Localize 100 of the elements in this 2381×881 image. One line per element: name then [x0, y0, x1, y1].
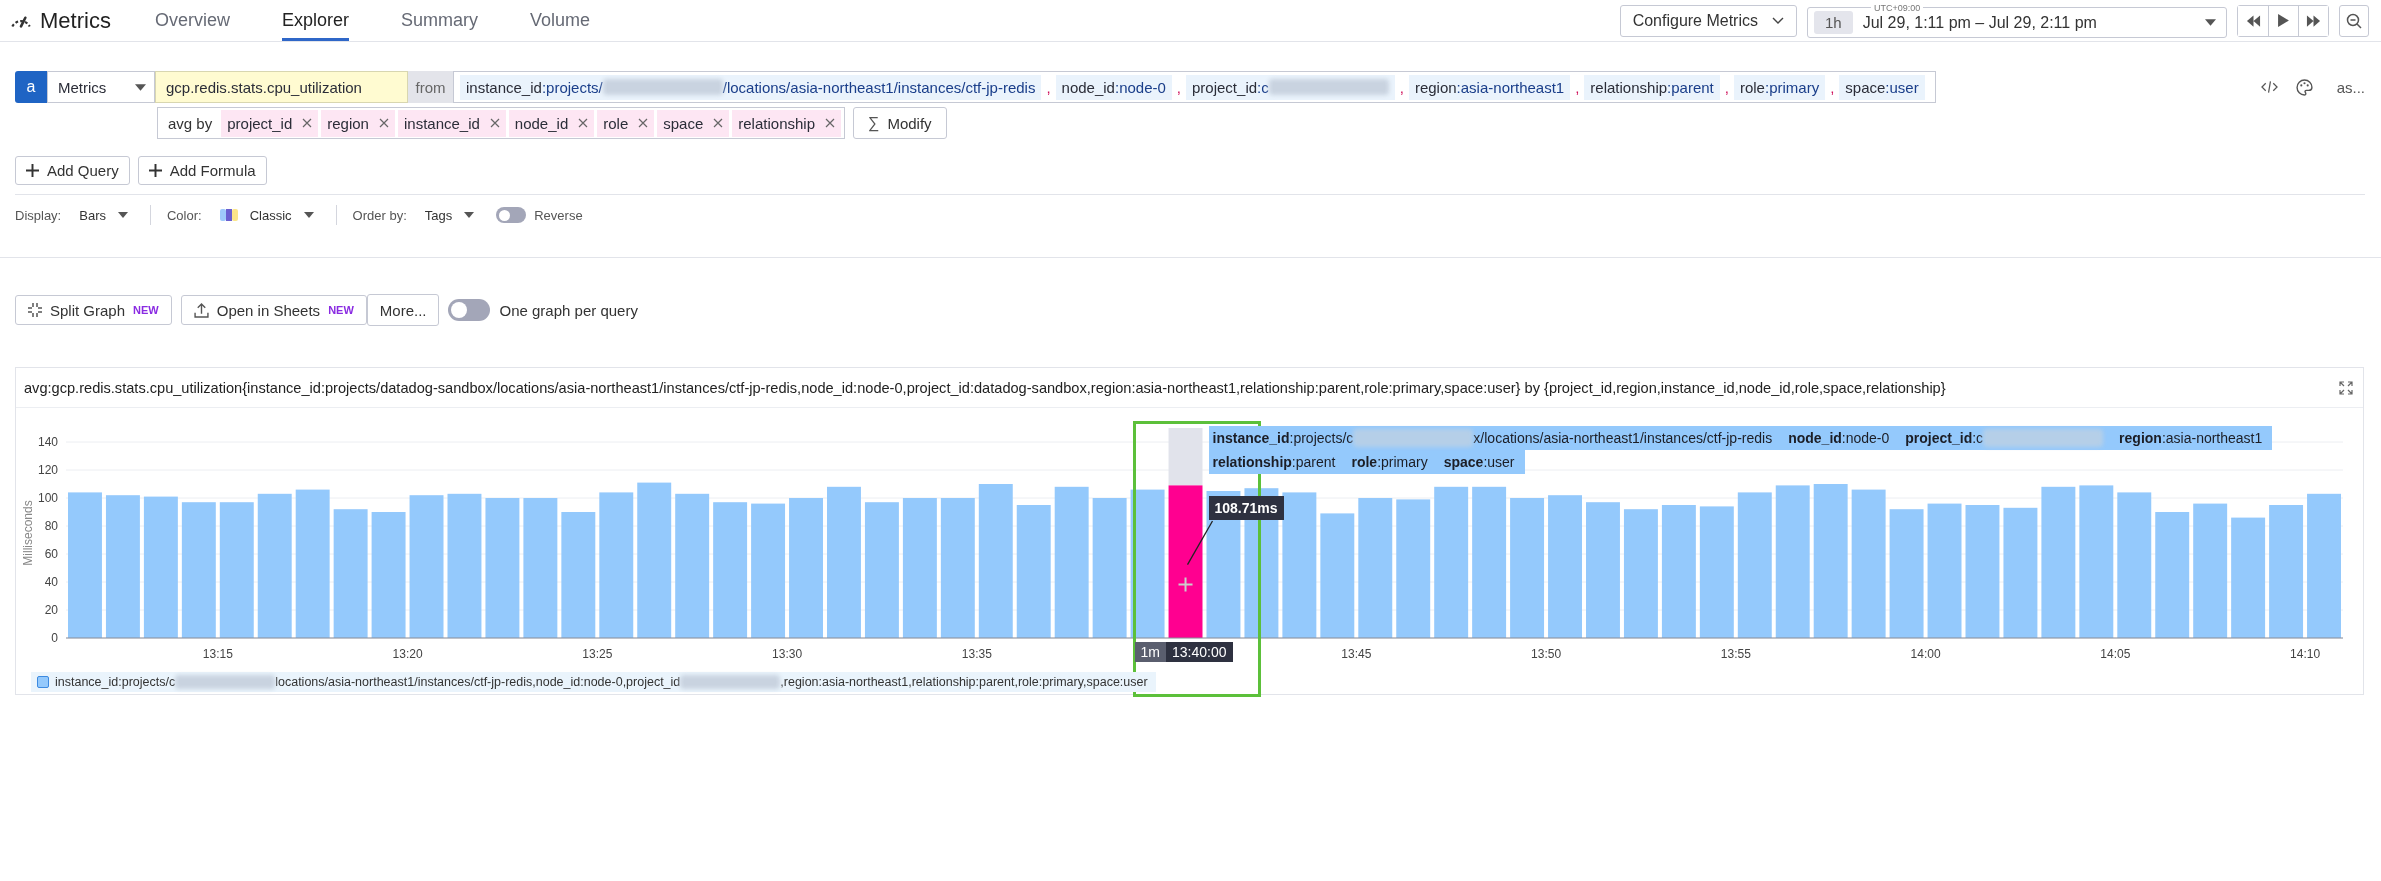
x-tick-label: 14:10 — [2290, 647, 2321, 661]
remove-icon[interactable] — [578, 118, 589, 128]
upload-icon — [193, 302, 209, 318]
group-by-tag[interactable]: role — [597, 109, 655, 137]
nav-tab[interactable]: Explorer — [281, 0, 349, 41]
nav-tab[interactable]: Volume — [529, 0, 590, 41]
tooltip-tag: role:primary — [1351, 454, 1428, 470]
split-graph-button[interactable]: Split Graph NEW — [15, 295, 172, 325]
filter-tag[interactable]: space:user — [1839, 74, 1925, 100]
filter-tag-text: /locations/asia-northeast1/instances/ctf-jp-redis — [722, 78, 1036, 96]
value-tooltip: 108.71ms — [1208, 496, 1284, 520]
legend-item[interactable]: instance_id:projects/c locations/asia-northeast1/instances/ctf-jp-redis,node_id:node-0,project_id ,region:asia-northeast1,relationship:parent,role:primary,space:user — [31, 672, 1156, 692]
remove-icon[interactable] — [638, 118, 649, 128]
zoom-out-button[interactable] — [2339, 4, 2369, 37]
color-swatch-icon — [219, 209, 238, 221]
more-button[interactable]: More... — [366, 294, 440, 326]
y-tick-label: 100 — [37, 491, 58, 505]
caret-icon — [135, 83, 146, 91]
option-select[interactable]: Tags — [424, 207, 475, 223]
timezone-label: UTC+09:00 — [1871, 3, 1924, 13]
source-select-value: Metrics — [58, 78, 107, 96]
time-range-text: Jul 29, 1:11 pm – Jul 29, 2:11 pm — [1862, 13, 2098, 32]
x-tick-label: 13:20 — [392, 647, 423, 661]
tooltip-tag: relationship:parent — [1212, 454, 1336, 470]
filter-tag[interactable]: relationship:parent — [1584, 74, 1720, 100]
filter-tag[interactable]: region:asia-northeast1 — [1408, 74, 1571, 100]
caret-icon — [118, 212, 128, 218]
rewind-icon — [2245, 14, 2261, 27]
split-grid-icon — [28, 303, 42, 317]
source-select[interactable]: Metrics — [47, 71, 155, 103]
toggle-switch[interactable] — [496, 207, 527, 223]
remove-icon[interactable] — [378, 118, 389, 128]
toggle-switch[interactable] — [448, 299, 491, 321]
configure-metrics-button[interactable]: Configure Metrics — [1619, 4, 1797, 37]
toggle-label: One graph per query — [499, 301, 638, 319]
toggle-label: Reverse — [534, 207, 583, 223]
y-tick-label: 80 — [44, 519, 58, 533]
fast-forward-button[interactable] — [2298, 5, 2328, 36]
play-icon — [2278, 14, 2289, 27]
tooltip-tag: space:user — [1443, 454, 1515, 470]
expand-icon[interactable] — [2339, 380, 2353, 395]
leader-line — [1186, 520, 1214, 566]
alias-link[interactable]: as... — [2336, 78, 2365, 96]
add-button[interactable]: Add Formula — [137, 156, 267, 185]
group-by-tag[interactable]: project_id — [221, 109, 319, 137]
separator-text: , — [1176, 78, 1181, 96]
caret-icon — [464, 212, 475, 218]
group-by-tag[interactable]: node_id — [508, 109, 595, 137]
open-in-sheets-button[interactable]: Open in Sheets NEW — [180, 295, 367, 325]
group-by-field[interactable]: avg by project_id region instance_id node_id role space relationship — [157, 107, 845, 139]
option-label: Display: — [15, 207, 62, 223]
option-label: Order by: — [352, 207, 407, 223]
add-button[interactable]: Add Query — [15, 156, 130, 185]
filter-tag[interactable]: node_id:node-0 — [1055, 74, 1172, 100]
option-select[interactable]: Bars — [79, 207, 128, 223]
remove-icon[interactable] — [489, 118, 500, 128]
fast-forward-icon — [2306, 14, 2321, 27]
nav-tab[interactable]: Overview — [154, 0, 230, 41]
group-by-tag[interactable]: relationship — [732, 109, 841, 137]
from-label: from — [408, 71, 453, 103]
new-label: NEW — [133, 304, 159, 316]
palette-icon[interactable] — [2295, 78, 2313, 96]
code-icon[interactable] — [2260, 80, 2278, 94]
metric-field[interactable]: gcp.redis.stats.cpu_utilization — [155, 71, 408, 103]
y-tick-label: 0 — [51, 631, 58, 645]
filter-tag-text: project_id:c — [1192, 78, 1269, 96]
graph-query-text: avg:gcp.redis.stats.cpu_utilization{instance_id:projects/datadog-sandbox/locations/asia-northeast1/instances/ctf-jp-redis,node_id:node-0,project_id:datadog-sandbox,region:asia-northeast1,relationship:parent,role:primary,space:user} by {project_id,region,instance_id,node_id,role,space,relationship} — [24, 379, 1946, 396]
legend-text: ,region:asia-northeast1,relationship:parent,role:primary,space:user — [780, 675, 1148, 689]
group-by-tag[interactable]: space — [657, 109, 730, 137]
legend-text: instance_id:projects/c — [55, 675, 176, 689]
new-label: NEW — [328, 304, 354, 316]
remove-icon[interactable] — [825, 118, 835, 128]
filter-tag[interactable]: instance_id:projects/ /locations/asia-northeast1/instances/ctf-jp-redis — [460, 74, 1042, 100]
plus-icon — [26, 164, 39, 177]
page-title: Metrics — [40, 7, 111, 34]
legend-text: locations/asia-northeast1/instances/ctf-jp-redis,node_id:node-0,project_id — [275, 675, 681, 689]
modify-button[interactable]: ∑ Modify — [853, 107, 947, 139]
time-label: 13:40:00 — [1166, 642, 1233, 662]
remove-icon[interactable] — [302, 118, 313, 128]
option-select[interactable]: Classic — [219, 207, 314, 223]
remove-icon[interactable] — [713, 118, 724, 128]
nav-tab[interactable]: Summary — [400, 0, 478, 41]
time-span-badge: 1h — [1814, 11, 1853, 34]
option-label: Color: — [167, 207, 202, 223]
crosshair-icon — [1177, 576, 1194, 593]
filter-tag[interactable]: project_id:c — [1186, 74, 1395, 100]
group-by-tag[interactable]: instance_id — [397, 109, 506, 137]
x-tick-label: 13:45 — [1341, 647, 1372, 661]
x-tick-label: 13:55 — [1720, 647, 1751, 661]
x-tick-label: 14:00 — [1910, 647, 1941, 661]
avg-by-label: avg by — [167, 114, 214, 132]
separator-text: , — [1724, 78, 1729, 96]
filter-field[interactable]: instance_id:projects/ /locations/asia-northeast1/instances/ctf-jp-redis , node_id:node-0 , project_id:c , region:asia-northeast1 , relationship:parent , role:primary , space:user — [453, 71, 1936, 103]
group-by-tag[interactable]: region — [321, 109, 395, 137]
interval-label: 1m — [1134, 642, 1166, 662]
filter-tag[interactable]: role:primary — [1733, 74, 1826, 100]
separator-text: , — [1399, 78, 1404, 96]
zoom-out-icon — [2346, 12, 2362, 29]
x-tick-label: 13:35 — [961, 647, 992, 661]
x-tick-label: 13:15 — [202, 647, 233, 661]
